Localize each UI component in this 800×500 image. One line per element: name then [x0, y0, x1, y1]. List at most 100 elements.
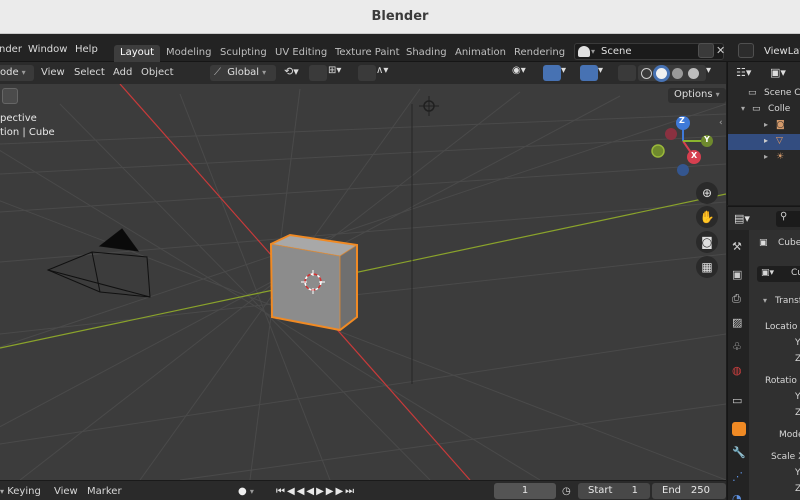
- rotation-z-label: Z: [795, 408, 800, 418]
- outliner-row-camera[interactable]: ▸ ◙: [728, 118, 800, 134]
- particles-tab-icon[interactable]: ⋰: [732, 470, 746, 484]
- physics-tab-icon[interactable]: ◔: [732, 492, 746, 500]
- gizmo-z-label: Z: [679, 116, 685, 125]
- location-y-label: Y: [795, 338, 800, 348]
- object-name-field[interactable]: ▣▾ Cu: [757, 266, 800, 282]
- render-tab-icon[interactable]: ▣: [732, 268, 746, 282]
- current-frame-field[interactable]: 1: [494, 483, 556, 499]
- xray-icon[interactable]: [618, 65, 636, 81]
- select-box-tool-button[interactable]: [2, 88, 18, 104]
- menu-help[interactable]: Help: [75, 44, 98, 55]
- snap-target-icon[interactable]: ⊞▾: [328, 65, 346, 81]
- options-dropdown[interactable]: Options ▾: [668, 88, 726, 103]
- rotation-label: Rotatio: [765, 376, 797, 386]
- collection-icon: ▭: [752, 104, 761, 114]
- outliner-row-scene-collection[interactable]: ▭ Scene Co: [728, 86, 800, 102]
- tab-uv-editing[interactable]: UV Editing: [269, 45, 333, 62]
- rendered-shading-icon[interactable]: [688, 68, 699, 79]
- camera-up-triangle: [100, 229, 138, 251]
- chevron-down-icon[interactable]: ▾: [598, 65, 616, 81]
- menu-render[interactable]: nder: [0, 44, 22, 55]
- new-scene-icon[interactable]: [698, 43, 714, 58]
- modifier-tab-icon[interactable]: 🔧: [732, 446, 746, 460]
- falloff-icon[interactable]: ∧▾: [376, 65, 394, 81]
- close-icon[interactable]: ✕: [716, 44, 725, 57]
- object-name-label: Cube: [778, 238, 800, 248]
- menu-select[interactable]: Select: [74, 67, 105, 78]
- view-layer-tab-icon[interactable]: ▨: [732, 316, 746, 330]
- record-icon[interactable]: ● ▾: [238, 486, 254, 497]
- world-tab-icon[interactable]: ◍: [732, 364, 746, 378]
- collection-icon: ▭: [748, 88, 757, 98]
- perspective-grid-icon[interactable]: ▦: [696, 256, 718, 278]
- transform-panel-label[interactable]: Transf: [775, 296, 800, 306]
- wireframe-shading-icon[interactable]: [641, 68, 652, 79]
- playback-controls[interactable]: ⏮◀◀◀▶▶▶⏭: [276, 486, 356, 497]
- mode-label: ode: [0, 67, 19, 78]
- tab-shading[interactable]: Shading: [400, 45, 453, 62]
- overlay-toggle-icon[interactable]: [580, 65, 598, 81]
- light-icon: [419, 96, 439, 116]
- filter-icon[interactable]: ▣▾: [770, 66, 786, 79]
- light-icon: ☀: [776, 152, 785, 162]
- tab-animation[interactable]: Animation: [449, 45, 512, 62]
- outliner-row-collection[interactable]: ▾ ▭ Colle: [728, 102, 800, 118]
- cube-object[interactable]: [269, 233, 358, 332]
- properties-search-input[interactable]: ⚲: [776, 211, 800, 227]
- menu-object[interactable]: Object: [141, 67, 174, 78]
- clock-icon[interactable]: ◷: [562, 486, 571, 497]
- chevron-down-icon[interactable]: ▾: [561, 65, 579, 81]
- navigation-gizmo[interactable]: [651, 116, 713, 176]
- scene-tab-icon[interactable]: ♧: [732, 340, 746, 354]
- 3d-viewport[interactable]: pective tion | Cube Options ▾ ‹ Z X Y ⊕ ✋…: [0, 84, 726, 480]
- zoom-icon[interactable]: ⊕: [696, 182, 718, 204]
- visibility-icon[interactable]: ◉▾: [512, 65, 530, 81]
- menu-window[interactable]: Window: [28, 44, 67, 55]
- outliner-scene-collection-label: Scene Co: [764, 88, 800, 98]
- outliner-row-light[interactable]: ▸ ☀: [728, 150, 800, 166]
- chevron-down-icon: ▾: [715, 90, 720, 99]
- gizmo-toggle-icon[interactable]: [543, 65, 561, 81]
- properties-editor-icon[interactable]: ▤▾: [734, 212, 750, 225]
- tab-modeling[interactable]: Modeling: [160, 45, 218, 62]
- material-shading-icon[interactable]: [672, 68, 683, 79]
- outliner-row-cube[interactable]: ▸ ▽: [728, 134, 800, 150]
- keying-menu[interactable]: ▾ Keying: [0, 486, 41, 497]
- chevron-left-icon[interactable]: ‹: [719, 118, 723, 128]
- mode-dropdown[interactable]: ode ▾: [0, 65, 34, 81]
- collection-tab-icon[interactable]: ▭: [732, 394, 746, 408]
- camera-view-icon[interactable]: ◙: [696, 231, 718, 253]
- start-frame-field[interactable]: Start 1: [578, 483, 650, 499]
- solid-shading-icon[interactable]: [656, 68, 667, 79]
- object-tab-icon[interactable]: [732, 422, 746, 436]
- menu-add[interactable]: Add: [113, 67, 132, 78]
- top-menu-bar: nder Window Help Layout Modeling Sculpti…: [0, 34, 800, 62]
- snap-icon[interactable]: [309, 65, 327, 81]
- transform-orientation-dropdown[interactable]: ⟋ Global ▾: [210, 65, 276, 81]
- output-tab-icon[interactable]: ⎙: [732, 292, 746, 306]
- tool-tab-icon[interactable]: ⚒: [732, 240, 746, 254]
- menu-view[interactable]: View: [41, 67, 65, 78]
- tab-rendering[interactable]: Rendering: [508, 45, 571, 62]
- pan-hand-icon[interactable]: ✋: [696, 206, 718, 228]
- pivot-point-icon[interactable]: ⟲▾: [282, 65, 300, 81]
- timeline-view-menu[interactable]: View: [54, 486, 78, 497]
- options-label: Options: [674, 89, 713, 100]
- end-frame-field[interactable]: End 250: [652, 483, 726, 499]
- properties-header: ▤▾ ⚲: [727, 206, 800, 230]
- outliner-collection-label: Colle: [768, 104, 791, 114]
- timeline-marker-menu[interactable]: Marker: [87, 486, 122, 497]
- tab-layout[interactable]: Layout: [114, 45, 160, 62]
- tab-texture-paint[interactable]: Texture Paint: [329, 45, 406, 62]
- outliner-header: ☷▾ ▣▾: [736, 66, 796, 81]
- start-value: 1: [631, 485, 638, 496]
- view-layer-icon[interactable]: [738, 43, 754, 58]
- outliner-display-mode-icon[interactable]: ☷▾: [736, 66, 751, 79]
- proportional-edit-icon[interactable]: [358, 65, 376, 81]
- timeline-header: ▾ Keying View Marker ● ▾ ⏮◀◀◀▶▶▶⏭ 1 ◷ St…: [0, 480, 726, 500]
- chevron-down-icon[interactable]: ▾: [706, 65, 724, 81]
- view-layer-name[interactable]: ViewLay: [764, 46, 800, 57]
- tab-sculpting[interactable]: Sculpting: [214, 45, 273, 62]
- properties-tabs: ⚒ ▣ ⎙ ▨ ♧ ◍ ▭ 🔧 ⋰ ◔: [727, 230, 749, 500]
- chevron-down-icon[interactable]: ▾: [763, 296, 767, 305]
